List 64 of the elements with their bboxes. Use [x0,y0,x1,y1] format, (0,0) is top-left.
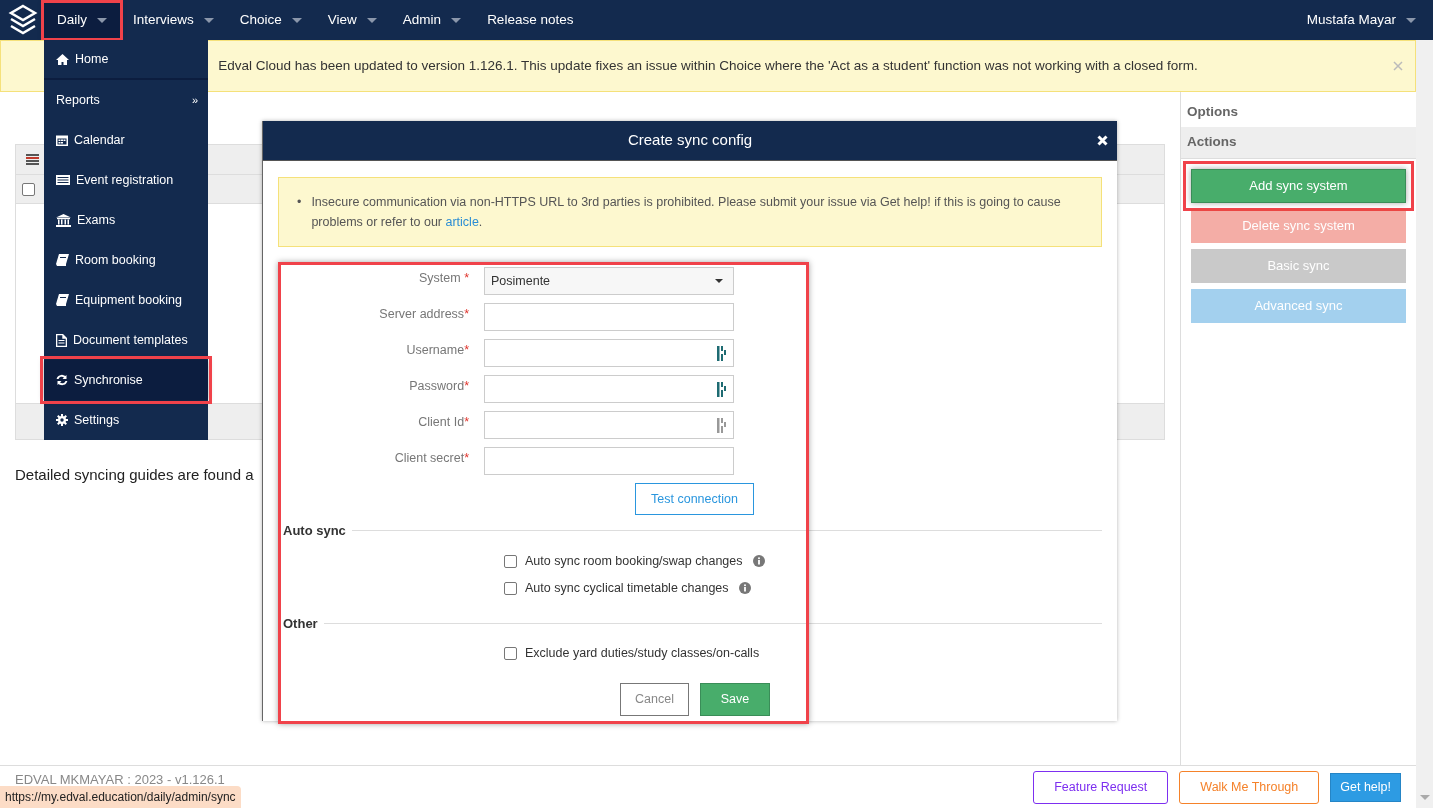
nav-menu-item[interactable]: Release notes [474,3,587,38]
user-menu[interactable]: Mustafa Mayar [1293,3,1429,38]
field-label: Client secret* [394,451,469,465]
field-label: Client Id* [418,415,469,429]
home-icon [56,53,69,65]
input-field[interactable] [484,411,734,439]
status-url: https://my.edval.education/daily/admin/sync [0,786,241,808]
menu-item[interactable]: Settings [44,400,208,440]
close-icon[interactable] [1097,135,1108,146]
checkbox-label: Auto sync room booking/swap changes [525,552,743,570]
input-field[interactable] [484,339,734,367]
nav-menu-item[interactable]: Choice [226,3,315,38]
menu-item[interactable]: Equipment booking [44,280,208,320]
menu-item[interactable]: Exams [44,200,208,240]
menu-item[interactable]: Reports » [44,80,208,120]
checkbox[interactable] [504,554,517,568]
options-heading: Options [1187,104,1238,119]
menu-item[interactable]: Home [44,40,208,80]
caret-icon [1406,18,1416,23]
calendar-icon [56,134,68,146]
checkbox[interactable] [504,647,517,660]
input-field[interactable] [484,447,734,475]
field-label: Server address* [379,307,469,321]
menu-item[interactable]: Event registration [44,160,208,200]
bank-icon [56,213,71,227]
warning-text: Insecure communication via non-HTTPS URL to 3rd parties is prohibited. Please submit your issue via Get help! if this is going to cause problems or refer to our article. [311,194,1062,231]
update-notice: Edval Cloud has been updated to version 1.126.1. This update fixes an issue within Choice where the 'Act as a student' function was not working with a closed form. [218,56,1198,75]
system-select[interactable]: Posimente [484,267,734,295]
submenu-mark: » [191,92,198,108]
nav-menu-item[interactable]: Admin [389,3,475,38]
bullet-mark: • [297,194,302,211]
field-label: Password* [409,379,469,393]
gear-icon [56,414,68,426]
checkbox[interactable] [504,581,517,595]
menu-item[interactable]: Calendar [44,120,208,160]
input-field[interactable] [484,303,734,331]
logo-icon [8,4,38,36]
checkbox-label: Auto sync cyclical timetable changes [525,579,729,597]
section-heading: Auto sync [283,522,346,540]
checkbox-label: Exclude yard duties/study classes/on-calls [525,645,760,663]
nav-menu-item[interactable]: Daily [44,3,120,38]
cancel-button[interactable]: Cancel [620,683,689,716]
nav-menu-item[interactable]: View [314,3,390,38]
menu-item[interactable]: Room booking [44,240,208,280]
list-icon [26,154,39,165]
guide-text: Detailed syncing guides are found a [15,465,254,485]
caret-icon [715,279,723,283]
field-label: System * [418,271,469,285]
input-field[interactable] [484,375,734,403]
select-all-checkbox[interactable] [22,182,35,196]
actions-heading: Actions [1187,134,1237,150]
list-icon [56,175,70,185]
menu-item[interactable]: Document templates [44,320,208,360]
field-label: Username* [406,343,469,357]
scroll-down-icon[interactable] [1419,795,1430,800]
dialog-title: Create sync config [627,130,753,151]
section-heading: Other [283,614,318,633]
sync-icon [56,374,68,386]
book-icon [56,294,69,306]
nav-menu-item[interactable]: Interviews [120,3,227,38]
book-icon [56,254,69,266]
document-icon [56,333,67,347]
footer-button[interactable]: Feature Request [1033,770,1169,804]
close-icon [1393,61,1403,71]
